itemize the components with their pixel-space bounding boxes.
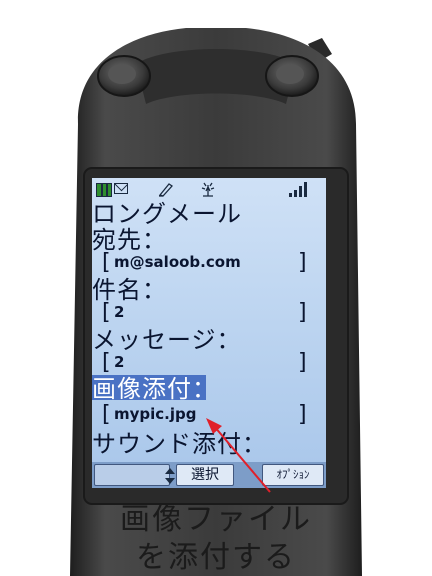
phone-screen: ロングメール 宛先： [ m@saloob.com ] 件名： [ 2 ] メッ… <box>92 178 326 488</box>
to-label: 宛先： <box>92 226 167 254</box>
mail-icon <box>114 183 128 194</box>
bracket-close: ] <box>298 250 307 275</box>
subject-label: 件名： <box>92 276 167 304</box>
antenna-icon <box>201 182 215 197</box>
battery-icon <box>96 183 112 197</box>
caption-line-2: を添付する <box>136 540 296 575</box>
sound-attach-label: サウンド添付： <box>92 430 267 458</box>
to-value: m@saloob.com <box>114 253 241 271</box>
scroll-arrows-icon <box>165 468 175 484</box>
image-attach-value: mypic.jpg <box>114 405 197 423</box>
subject-value: 2 <box>114 303 125 321</box>
softkey-select[interactable]: 選択 <box>176 464 234 486</box>
softkey-bar: 選択 ｵﾌﾟｼｮﾝ <box>92 462 326 488</box>
softkey-left[interactable] <box>94 464 170 486</box>
bracket-close: ] <box>298 300 307 325</box>
bracket-open: [ <box>102 350 111 375</box>
bracket-open: [ <box>102 402 111 427</box>
softkey-options[interactable]: ｵﾌﾟｼｮﾝ <box>262 464 324 486</box>
status-bar <box>92 178 326 200</box>
screen-title: ロングメール <box>92 200 242 228</box>
image-attach-label: 画像添付： <box>92 375 217 403</box>
bracket-close: ] <box>298 402 307 427</box>
message-value: 2 <box>114 353 125 371</box>
pen-icon <box>158 183 173 197</box>
bracket-open: [ <box>102 250 111 275</box>
message-label: メッセージ： <box>92 326 242 354</box>
bracket-open: [ <box>102 300 111 325</box>
signal-icon <box>289 182 307 197</box>
bracket-close: ] <box>298 350 307 375</box>
image-attach-field[interactable]: [ mypic.jpg ] <box>92 404 326 432</box>
